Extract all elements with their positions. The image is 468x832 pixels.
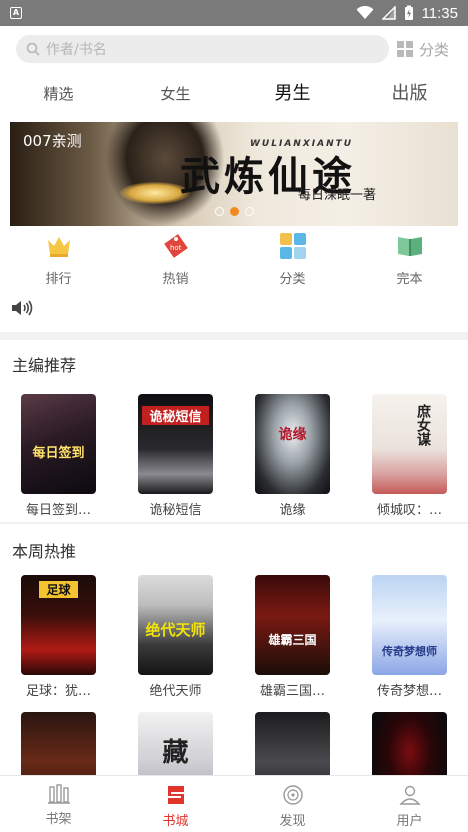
book-cover: 绝代天师 xyxy=(138,575,213,675)
book-cover-title: 足球 xyxy=(39,581,78,598)
book-title: 传奇梦想… xyxy=(376,684,442,699)
book-card[interactable]: 足球 足球：犹… xyxy=(0,575,117,699)
svg-text:hot: hot xyxy=(170,244,182,252)
book-cover: 传奇梦想师 xyxy=(372,575,447,675)
tab-male[interactable]: 男生 xyxy=(234,72,351,116)
open-book-icon xyxy=(396,232,424,260)
book-title: 绝代天师 xyxy=(149,684,202,699)
nav-bookstore[interactable]: 书城 xyxy=(117,776,234,832)
tab-publishing[interactable]: 出版 xyxy=(351,72,468,116)
bookstore-icon xyxy=(167,786,184,804)
book-title: 诡秘短信 xyxy=(149,503,202,518)
book-row-weekly-hot: 足球 足球：犹… 绝代天师 绝代天师 雄霸三国 雄霸三国… 传奇梦想师 传奇梦想… xyxy=(0,575,468,699)
quick-link-label: 热销 xyxy=(162,272,189,287)
nav-label: 书城 xyxy=(162,814,189,829)
search-placeholder: 作者/书名 xyxy=(46,42,107,58)
book-cover: 诡秘短信 xyxy=(138,394,213,494)
carousel-dot[interactable] xyxy=(244,207,254,216)
banner-slogan: 每日深眠一著 xyxy=(298,188,377,203)
book-title: 足球：犹… xyxy=(25,684,91,699)
search-icon xyxy=(26,42,40,56)
category-button-label: 分类 xyxy=(419,40,450,59)
section-divider xyxy=(0,522,468,524)
section-divider xyxy=(0,332,468,340)
book-cover: 庶女谋 xyxy=(372,394,447,494)
book-title: 倾城叹：… xyxy=(376,503,442,518)
book-cover: 每日签到 xyxy=(21,394,96,494)
bottom-nav: 书架 书城 发现 用户 xyxy=(0,775,468,832)
quick-link-hot[interactable]: hot 热销 xyxy=(117,232,234,287)
quick-link-label: 分类 xyxy=(279,272,306,287)
category-grid-icon xyxy=(397,41,413,57)
search-row: 作者/书名 分类 xyxy=(0,26,468,72)
quick-link-ranking[interactable]: 排行 xyxy=(0,232,117,287)
status-time: 11:35 xyxy=(421,4,458,22)
carousel-indicator xyxy=(10,207,458,216)
quick-link-completed[interactable]: 完本 xyxy=(351,232,468,287)
tab-female[interactable]: 女生 xyxy=(117,72,234,116)
book-cover: 足球 xyxy=(21,575,96,675)
nav-label: 书架 xyxy=(45,812,72,827)
carousel-dot[interactable] xyxy=(214,207,224,216)
nav-user[interactable]: 用户 xyxy=(351,776,468,832)
book-cover-title: 诡缘 xyxy=(278,427,307,443)
book-row-editor-pick: 每日签到 每日签到… 诡秘短信 诡秘短信 诡缘 诡缘 庶女谋 倾城叹：… xyxy=(0,394,468,518)
grid-icon xyxy=(279,232,307,260)
nav-bookshelf[interactable]: 书架 xyxy=(0,776,117,832)
nav-discover[interactable]: 发现 xyxy=(234,776,351,832)
book-card[interactable]: 诡秘短信 诡秘短信 xyxy=(117,394,234,518)
book-title: 诡缘 xyxy=(279,503,306,518)
quick-links: 排行 hot 热销 分类 完本 xyxy=(0,232,468,287)
banner-tag: 007亲测 xyxy=(23,132,82,150)
book-cover: 诡缘 xyxy=(255,394,330,494)
quick-link-category[interactable]: 分类 xyxy=(234,232,351,287)
speaker-icon[interactable] xyxy=(10,298,34,322)
section-title-weekly-hot: 本周热推 xyxy=(12,542,77,561)
discover-icon xyxy=(282,785,303,805)
book-cover-title: 绝代天师 xyxy=(145,621,206,639)
book-card[interactable]: 庶女谋 倾城叹：… xyxy=(351,394,468,518)
book-card[interactable]: 诡缘 诡缘 xyxy=(234,394,351,518)
user-icon xyxy=(398,785,421,805)
book-card[interactable]: 每日签到 每日签到… xyxy=(0,394,117,518)
book-card[interactable]: 雄霸三国 雄霸三国… xyxy=(234,575,351,699)
crown-icon xyxy=(45,232,73,260)
banner-carousel[interactable]: 007亲测 WULIANXIANTU 武炼仙途 每日深眠一著 xyxy=(10,122,458,226)
search-input[interactable]: 作者/书名 xyxy=(16,35,389,63)
book-title: 雄霸三国… xyxy=(259,684,325,699)
hot-tag-icon: hot xyxy=(162,232,190,260)
section-title-editor-pick: 主编推荐 xyxy=(12,356,77,375)
category-button[interactable]: 分类 xyxy=(397,39,449,60)
channel-tabs: 精选 女生 男生 出版 xyxy=(0,72,468,116)
book-cover-title: 庶女谋 xyxy=(415,404,431,446)
status-bar: A 11:35 xyxy=(0,0,468,26)
app-notification-icon: A xyxy=(10,7,22,19)
battery-icon xyxy=(404,5,413,20)
nav-label: 发现 xyxy=(279,814,306,829)
wifi-icon xyxy=(356,6,374,19)
book-title: 每日签到… xyxy=(25,503,91,518)
quick-link-label: 排行 xyxy=(45,272,72,287)
book-cover: 雄霸三国 xyxy=(255,575,330,675)
book-cover-title: 每日签到 xyxy=(32,446,85,461)
book-cover-title: 藏 xyxy=(162,738,189,768)
book-cover-title: 雄霸三国 xyxy=(268,633,317,647)
quick-link-label: 完本 xyxy=(396,272,423,287)
carousel-dot-active[interactable] xyxy=(229,207,239,216)
tab-featured[interactable]: 精选 xyxy=(0,72,117,116)
nav-label: 用户 xyxy=(396,814,423,829)
bookshelf-icon xyxy=(47,784,70,804)
book-cover-title: 传奇梦想师 xyxy=(382,645,437,658)
book-cover-title: 诡秘短信 xyxy=(142,406,209,425)
book-card[interactable]: 绝代天师 绝代天师 xyxy=(117,575,234,699)
book-card[interactable]: 传奇梦想师 传奇梦想… xyxy=(351,575,468,699)
signal-icon xyxy=(381,6,396,20)
